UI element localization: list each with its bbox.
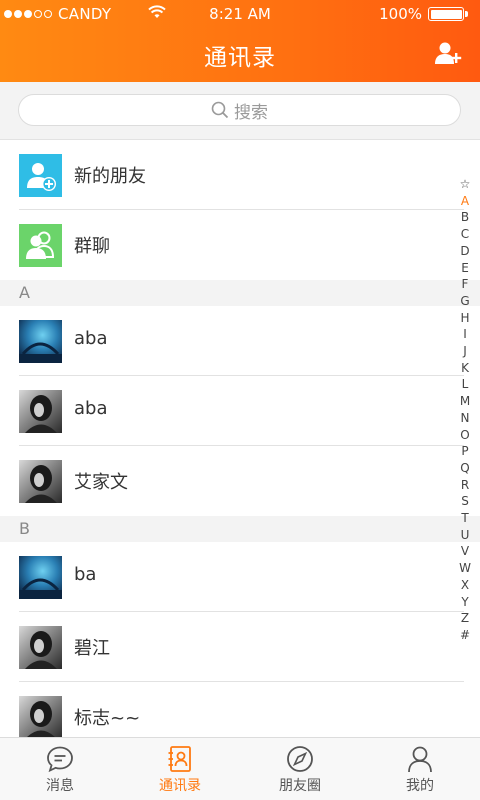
new-friend-icon — [19, 154, 62, 197]
tab-messages-label: 消息 — [46, 778, 74, 794]
index-letter[interactable]: E — [457, 260, 473, 277]
index-letter[interactable]: M — [457, 393, 473, 410]
contact-row[interactable]: aba — [0, 376, 480, 446]
contact-name: aba — [74, 328, 108, 349]
avatar — [19, 626, 62, 669]
index-letter[interactable]: Q — [457, 460, 473, 477]
tab-me-label: 我的 — [406, 778, 434, 794]
tab-moments[interactable]: 朋友圈 — [240, 738, 360, 800]
profile-icon — [408, 746, 432, 773]
index-letter[interactable]: B — [457, 209, 473, 226]
index-letter[interactable]: K — [457, 360, 473, 377]
contact-row[interactable]: ba — [0, 542, 480, 612]
group-chat-label: 群聊 — [74, 236, 110, 257]
search-area: 搜索 — [0, 82, 480, 140]
compass-icon — [287, 746, 313, 772]
contact-row[interactable]: aba — [0, 306, 480, 376]
tab-me[interactable]: 我的 — [360, 738, 480, 800]
new-friends-label: 新的朋友 — [74, 166, 146, 187]
tab-contacts[interactable]: 通讯录 — [120, 738, 240, 800]
search-icon — [211, 101, 229, 119]
tab-moments-label: 朋友圈 — [279, 778, 321, 794]
alphabet-index[interactable]: ☆ A B C D E F G H I J K L M N O P Q R S … — [457, 176, 473, 644]
contact-name: 标志~~ — [74, 708, 141, 729]
status-bar: CANDY 8:21 AM 100% — [0, 0, 480, 28]
section-header-b: B — [0, 516, 480, 542]
index-letter[interactable]: C — [457, 226, 473, 243]
index-letter[interactable]: R — [457, 477, 473, 494]
contact-name: 艾家文 — [74, 472, 128, 493]
page-title: 通讯录 — [204, 45, 276, 71]
index-letter[interactable]: N — [457, 410, 473, 427]
index-letter[interactable]: Z — [457, 610, 473, 627]
avatar — [19, 696, 62, 737]
title-bar: 通讯录 — [0, 28, 480, 82]
contact-name: aba — [74, 398, 108, 419]
tab-messages[interactable]: 消息 — [0, 738, 120, 800]
index-letter[interactable]: ☆ — [457, 176, 473, 193]
index-letter[interactable]: T — [457, 510, 473, 527]
index-letter[interactable]: Y — [457, 594, 473, 611]
index-letter[interactable]: P — [457, 443, 473, 460]
avatar — [19, 556, 62, 599]
index-letter[interactable]: I — [457, 326, 473, 343]
index-letter[interactable]: D — [457, 243, 473, 260]
index-letter[interactable]: V — [457, 543, 473, 560]
battery-icon — [428, 7, 468, 21]
index-letter[interactable]: H — [457, 310, 473, 327]
status-right: 100% — [379, 5, 468, 23]
index-letter[interactable]: G — [457, 293, 473, 310]
index-letter[interactable]: W — [457, 560, 473, 577]
message-icon — [47, 746, 73, 773]
group-chat-item[interactable]: 群聊 — [0, 210, 480, 280]
contact-name: 碧江 — [74, 638, 110, 659]
bottom-tab-bar: 消息 通讯录 朋友圈 我的 — [0, 737, 480, 800]
index-letter[interactable]: X — [457, 577, 473, 594]
index-letter[interactable]: # — [457, 627, 473, 644]
index-letter-active[interactable]: A — [457, 193, 473, 210]
index-letter[interactable]: O — [457, 427, 473, 444]
contact-row[interactable]: 标志~~ — [0, 682, 480, 737]
contact-name: ba — [74, 564, 97, 585]
tab-contacts-label: 通讯录 — [159, 778, 201, 794]
search-placeholder: 搜索 — [234, 102, 268, 123]
new-friends-item[interactable]: 新的朋友 — [0, 140, 480, 210]
index-letter[interactable]: L — [457, 376, 473, 393]
contact-list: 新的朋友 群聊 A aba aba 艾家文 B ba 碧江 标志~~ — [0, 140, 480, 737]
contacts-icon — [168, 746, 191, 772]
contact-row[interactable]: 艾家文 — [0, 446, 480, 516]
group-chat-icon — [19, 224, 62, 267]
index-letter[interactable]: U — [457, 527, 473, 544]
header: CANDY 8:21 AM 100% 通讯录 — [0, 0, 480, 82]
contact-row[interactable]: 碧江 — [0, 612, 480, 682]
index-letter[interactable]: S — [457, 493, 473, 510]
avatar — [19, 320, 62, 363]
index-letter[interactable]: J — [457, 343, 473, 360]
section-header-a: A — [0, 280, 480, 306]
search-input[interactable]: 搜索 — [18, 94, 461, 126]
index-letter[interactable]: F — [457, 276, 473, 293]
battery-percentage: 100% — [379, 5, 422, 23]
avatar — [19, 390, 62, 433]
add-contact-icon[interactable] — [434, 40, 462, 68]
avatar — [19, 460, 62, 503]
